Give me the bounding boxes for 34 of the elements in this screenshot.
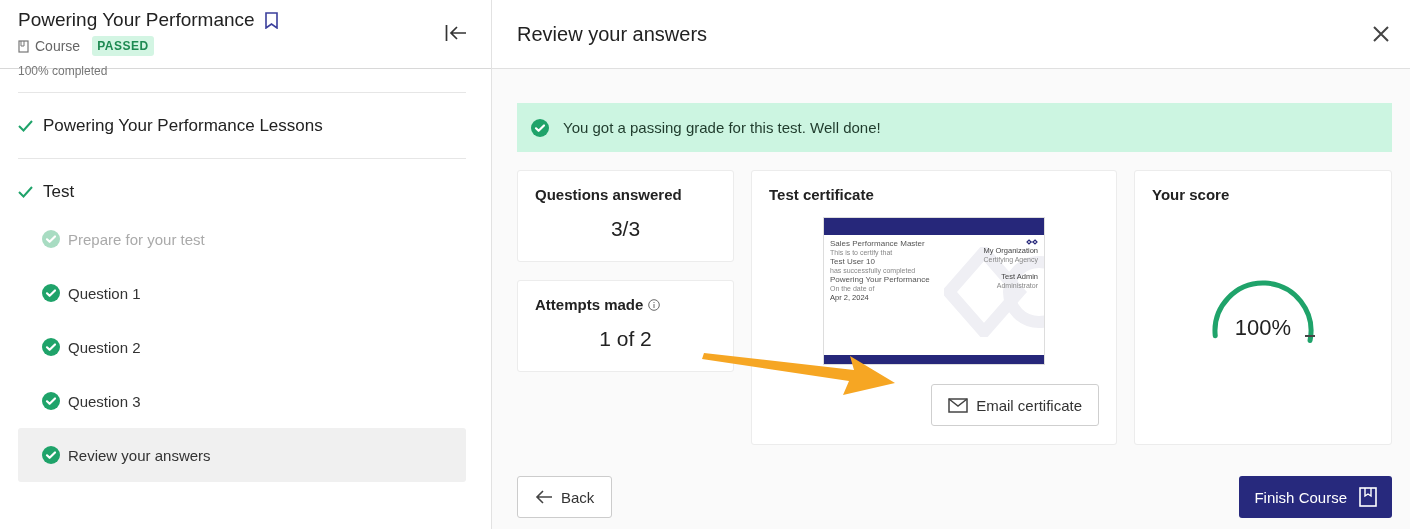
- stat-value: 1 of 2: [598, 327, 653, 351]
- course-name: Powering Your Performance: [830, 275, 930, 284]
- back-button[interactable]: Back: [517, 476, 613, 518]
- course-type: Course: [35, 38, 81, 54]
- finish-course-button[interactable]: Finish Course: [1239, 476, 1392, 518]
- lesson-item[interactable]: Question 1: [18, 266, 466, 320]
- infinity-logo-icon: [1026, 239, 1038, 245]
- page-title: Review your answers: [517, 22, 708, 46]
- section-title[interactable]: Test: [43, 181, 75, 202]
- score-value: 100%: [1234, 315, 1292, 341]
- stat-label: Questions answered: [535, 186, 682, 203]
- card-heading: Your score: [1152, 186, 1231, 203]
- stat-value: 3/3: [609, 217, 642, 241]
- arrow-left-icon: [535, 490, 553, 504]
- lesson-item[interactable]: Review your answers: [18, 428, 466, 482]
- lesson-item[interactable]: Question 2: [18, 320, 466, 374]
- recipient-name: Test User 10: [830, 257, 876, 266]
- section-title[interactable]: Powering Your Performance Lessons: [43, 115, 323, 136]
- book-icon: [1359, 487, 1377, 507]
- course-title: Powering Your Performance: [18, 9, 255, 31]
- banner-text: You got a passing grade for this test. Well done!: [563, 119, 881, 136]
- close-button[interactable]: [1372, 25, 1390, 43]
- lesson-item[interactable]: Question 3: [18, 374, 466, 428]
- envelope-icon: [948, 397, 969, 413]
- status-badge: PASSED: [92, 36, 154, 56]
- bookmark-icon[interactable]: [264, 11, 278, 29]
- email-certificate-button[interactable]: Email certificate: [931, 384, 1099, 426]
- progress-text: 100% completed: [18, 64, 466, 93]
- certificate-name: Sales Performance Master: [830, 239, 926, 248]
- info-icon[interactable]: [648, 298, 661, 311]
- check-circle-icon: [531, 118, 549, 137]
- stat-label: Attempts made: [535, 296, 644, 313]
- card-heading: Test certificate: [769, 186, 874, 203]
- book-icon: [18, 39, 29, 53]
